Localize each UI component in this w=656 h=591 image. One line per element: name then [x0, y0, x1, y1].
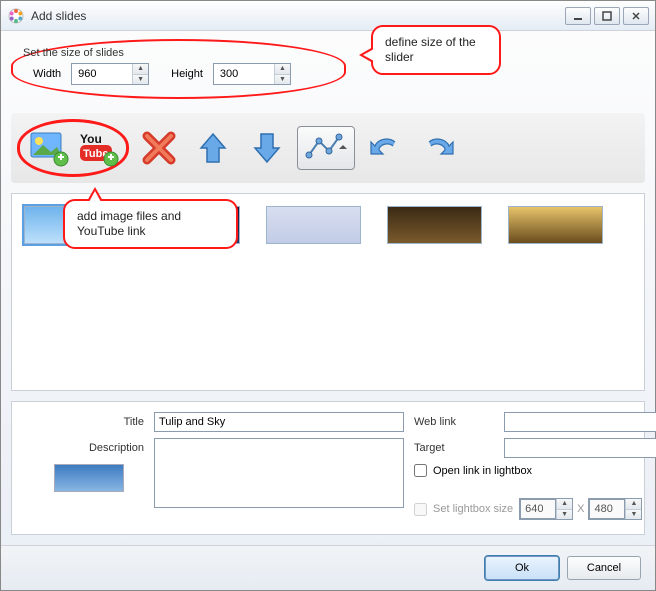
dialog-footer: Ok Cancel — [1, 545, 655, 590]
lightbox-height-input — [589, 499, 625, 519]
width-down[interactable]: ▼ — [133, 75, 148, 85]
width-stepper[interactable]: ▲▼ — [71, 63, 149, 85]
callout-add: add image files and YouTube link — [63, 199, 238, 249]
thumbnail[interactable] — [387, 206, 482, 244]
height-stepper[interactable]: ▲▼ — [213, 63, 291, 85]
height-label: Height — [171, 68, 203, 80]
width-input[interactable] — [72, 64, 132, 84]
add-youtube-button[interactable]: YouTube — [74, 124, 122, 172]
svg-text:You: You — [80, 132, 102, 146]
width-label: Width — [33, 68, 61, 80]
callout-size: define size of the slider — [371, 25, 501, 75]
maximize-button[interactable] — [594, 7, 620, 25]
thumbnail[interactable] — [266, 206, 361, 244]
add-image-button[interactable] — [24, 124, 72, 172]
toolbar: YouTube — [11, 113, 645, 183]
titlebar: Add slides — [1, 1, 655, 31]
callout-size-text: define size of the slider — [385, 35, 476, 64]
slide-details: Title Web link Description Target Open l… — [11, 401, 645, 535]
description-label: Description — [24, 438, 144, 454]
target-select[interactable] — [504, 438, 656, 458]
effects-button[interactable] — [297, 126, 355, 170]
window-controls — [565, 7, 649, 25]
title-input[interactable] — [154, 412, 404, 432]
set-lightbox-checkbox — [414, 503, 427, 516]
slide-preview — [54, 464, 124, 492]
description-input[interactable] — [154, 438, 404, 508]
height-up[interactable]: ▲ — [275, 64, 290, 75]
weblink-label: Web link — [414, 412, 494, 428]
window-title: Add slides — [31, 9, 565, 23]
weblink-input[interactable] — [504, 412, 656, 432]
ok-button[interactable]: Ok — [485, 556, 559, 580]
move-up-button[interactable] — [189, 124, 237, 172]
minimize-button[interactable] — [565, 7, 591, 25]
thumbnail[interactable] — [508, 206, 603, 244]
target-label: Target — [414, 438, 494, 454]
redo-button[interactable] — [415, 124, 463, 172]
move-down-button[interactable] — [243, 124, 291, 172]
lightbox-sep: X — [577, 503, 584, 515]
height-input[interactable] — [214, 64, 274, 84]
lightbox-width-input — [520, 499, 556, 519]
close-button[interactable] — [623, 7, 649, 25]
open-lightbox-label: Open link in lightbox — [433, 465, 532, 477]
height-down[interactable]: ▼ — [275, 75, 290, 85]
delete-button[interactable] — [135, 124, 183, 172]
cancel-button[interactable]: Cancel — [567, 556, 641, 580]
set-lightbox-label: Set lightbox size — [433, 503, 513, 515]
title-label: Title — [24, 412, 144, 428]
open-lightbox-checkbox[interactable] — [414, 464, 427, 477]
app-icon — [7, 7, 25, 25]
undo-button[interactable] — [361, 124, 409, 172]
add-slides-dialog: Add slides define size of the slider Set… — [0, 0, 656, 591]
add-buttons-group: YouTube — [17, 119, 129, 177]
slide-size-group: Set the size of slides Width ▲▼ Height ▲… — [11, 39, 346, 99]
width-up[interactable]: ▲ — [133, 64, 148, 75]
lightbox-width-stepper: ▲▼ — [519, 498, 573, 520]
slide-size-legend: Set the size of slides — [23, 47, 334, 59]
callout-add-text: add image files and YouTube link — [77, 209, 181, 238]
lightbox-height-stepper: ▲▼ — [588, 498, 642, 520]
